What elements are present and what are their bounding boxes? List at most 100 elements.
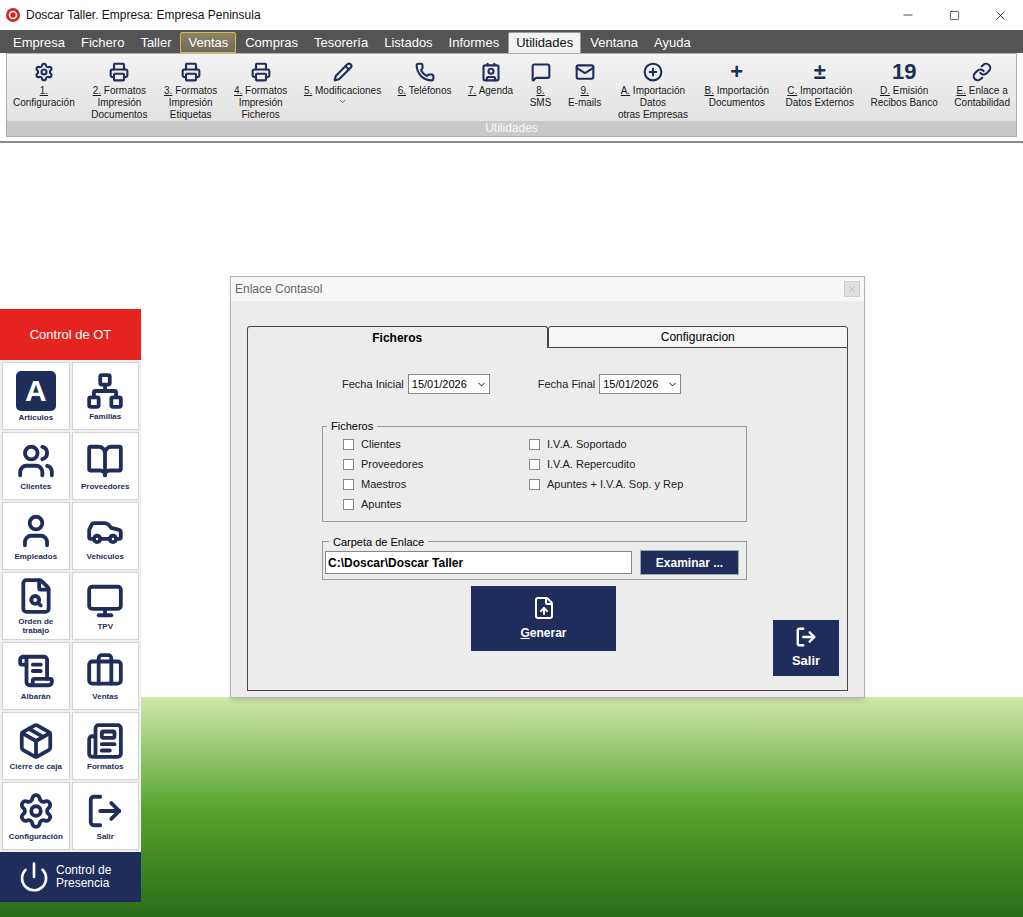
ribbon-button[interactable]: 1. Configuración (11, 59, 77, 109)
plus-icon: + (730, 61, 743, 83)
ribbon-button[interactable]: +B. Importación Documentos (702, 59, 770, 109)
sidebar-item[interactable]: Cierre de caja (2, 712, 70, 780)
ribbon-label: 5. Modificaciones (304, 85, 381, 97)
maximize-button[interactable] (931, 0, 977, 30)
group-legend: Ficheros (327, 418, 377, 435)
sidebar-item[interactable]: Orden de trabajo (2, 572, 70, 640)
menu-item[interactable]: Informes (442, 32, 507, 53)
dropdown-icon (667, 379, 678, 390)
checkbox[interactable] (343, 499, 354, 510)
app-logo-icon (6, 8, 20, 22)
presence-button[interactable]: Control de Presencia (0, 852, 141, 902)
menu-item[interactable]: Fichero (74, 32, 131, 53)
checkbox-row[interactable]: I.V.A. Repercudito (529, 455, 683, 475)
sidebar-item[interactable]: Albarán (2, 642, 70, 710)
generate-button[interactable]: Generar (471, 586, 616, 651)
menu-item[interactable]: Taller (133, 32, 178, 53)
ribbon-button[interactable]: 8. SMS (528, 59, 554, 109)
ribbon-button[interactable]: 2. Formatos Impresión Documentos (89, 59, 149, 121)
checkbox-row[interactable]: Apuntes + I.V.A. Sop. y Rep (529, 475, 683, 495)
sidebar-item[interactable]: AArtículos (2, 362, 70, 430)
menu-item[interactable]: Compras (238, 32, 305, 53)
menu-item[interactable]: Ventas (180, 32, 236, 53)
sidebar-header[interactable]: Control de OT (0, 309, 141, 360)
checkbox[interactable] (529, 439, 540, 450)
exit-icon (86, 792, 124, 830)
gear-icon (17, 792, 55, 830)
receipt-icon (17, 652, 55, 690)
checkbox-label: I.V.A. Soportado (547, 436, 627, 453)
sidebar-item[interactable]: Empleados (2, 502, 70, 570)
checkbox-label: Clientes (361, 436, 401, 453)
dialog-title: Enlace Contasol (235, 280, 322, 298)
sidebar-label: Empleados (14, 552, 57, 561)
newspaper-icon (86, 722, 124, 760)
ribbon-button[interactable]: 3. Formatos Impresión Etiquetas (162, 59, 219, 121)
ribbon-button[interactable]: 6. Teléfonos (396, 59, 454, 97)
close-icon (847, 284, 857, 294)
sidebar-item[interactable]: Familias (72, 362, 140, 430)
sms-icon (531, 62, 551, 82)
tab[interactable]: Configuracion (548, 326, 849, 348)
folder-input[interactable]: C:\Doscar\Doscar Taller (325, 551, 632, 574)
gear-icon (34, 62, 54, 82)
ribbon-button[interactable]: 9. E-mails (566, 59, 603, 109)
tab[interactable]: Ficheros (247, 326, 548, 348)
sidebar-item[interactable]: Vehículos (72, 502, 140, 570)
link-icon (972, 62, 992, 82)
exit-button[interactable]: Salir (773, 620, 839, 676)
phone-icon (415, 62, 435, 82)
dialog-close-button[interactable] (844, 281, 860, 297)
ribbon-button[interactable]: 4. Formatos Impresión Ficheros (232, 59, 289, 121)
file-transfer-icon (532, 596, 556, 620)
browse-button[interactable]: Examinar ... (640, 550, 739, 575)
checkbox-row[interactable]: I.V.A. Soportado (529, 435, 683, 455)
sidebar-item[interactable]: TPV (72, 572, 140, 640)
app-window: Doscar Taller. Empresa: Empresa Peninsul… (0, 0, 1023, 917)
checkbox[interactable] (529, 459, 540, 470)
checkbox[interactable] (529, 479, 540, 490)
ribbon-label: 4. Formatos Impresión Ficheros (234, 85, 287, 121)
checkbox-row[interactable]: Maestros (343, 475, 529, 495)
ribbon-button[interactable]: 7. Agenda (466, 59, 515, 97)
minimize-button[interactable] (885, 0, 931, 30)
files-group: FicherosClientes Proveedores MaestrosApunt… (322, 418, 747, 522)
menu-item[interactable]: Listados (377, 32, 439, 53)
ribbon-button[interactable]: ±C. Importación Datos Externos (784, 59, 856, 109)
printer-icon (251, 62, 271, 82)
date-label: Fecha Inicial (342, 376, 404, 393)
ribbon-label: 9. E-mails (568, 85, 601, 109)
ribbon-button[interactable]: A. Importación Datos otras Empresas (616, 59, 690, 121)
menu-item[interactable]: Tesorería (307, 32, 375, 53)
sidebar-label: Familias (89, 412, 121, 421)
menu-item[interactable]: Ayuda (647, 32, 698, 53)
checkbox[interactable] (343, 439, 354, 450)
menu-item[interactable]: Empresa (6, 32, 72, 53)
ribbon-button[interactable]: 19D. Emisión Recibos Banco (869, 59, 940, 109)
checkbox[interactable] (343, 479, 354, 490)
checkbox[interactable] (343, 459, 354, 470)
ribbon-button[interactable]: 5. Modificaciones (302, 59, 383, 106)
checkbox-row[interactable]: Proveedores (343, 455, 529, 475)
close-button[interactable] (977, 0, 1023, 30)
sidebar-item[interactable]: Proveedores (72, 432, 140, 500)
menu-item[interactable]: Ventana (583, 32, 645, 53)
sidebar-item[interactable]: Salir (72, 782, 140, 850)
briefcase-icon (86, 652, 124, 690)
date-row: Fecha Inicial15/01/2026Fecha Final15/01/… (322, 374, 747, 394)
tab-panel: Fecha Inicial15/01/2026Fecha Final15/01/… (247, 348, 848, 691)
sidebar-label: Albarán (21, 692, 51, 701)
sidebar-item[interactable]: Clientes (2, 432, 70, 500)
sidebar-item[interactable]: Formatos (72, 712, 140, 780)
checkbox-row[interactable]: Apuntes (343, 495, 529, 515)
sidebar-item[interactable]: Configuración (2, 782, 70, 850)
sidebar-label: Orden de trabajo (4, 617, 68, 635)
ribbon-button[interactable]: E. Enlace a Contabilidad (952, 59, 1012, 109)
menu-item[interactable]: Utilidades (508, 32, 581, 53)
checkbox-label: Proveedores (361, 456, 423, 473)
date-picker[interactable]: 15/01/2026 (408, 374, 490, 394)
date-picker[interactable]: 15/01/2026 (599, 374, 681, 394)
plus-circle-icon (643, 62, 663, 82)
sidebar-item[interactable]: Ventas (72, 642, 140, 710)
checkbox-row[interactable]: Clientes (343, 435, 529, 455)
